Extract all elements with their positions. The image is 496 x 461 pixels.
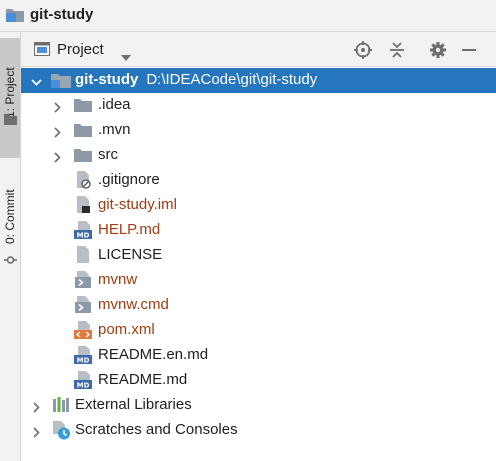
gear-icon[interactable]	[429, 41, 447, 59]
folder-icon	[4, 112, 17, 129]
tree-item-label: .gitignore	[98, 171, 160, 188]
project-tool-tab[interactable]: 1: Project	[0, 38, 20, 158]
text-file-icon	[76, 246, 92, 268]
tree-item-label: pom.xml	[98, 321, 155, 338]
tree-item-help-md[interactable]: MD HELP.md	[21, 218, 496, 243]
chevron-down-icon[interactable]	[31, 75, 42, 92]
folder-icon	[74, 121, 92, 142]
tree-item-label: HELP.md	[98, 221, 161, 238]
tree-item-label: .mvn	[98, 121, 131, 138]
commit-tab-label: 0: Commit	[3, 189, 17, 244]
tree-item-label: LICENSE	[98, 246, 163, 263]
tree-item-pom-xml[interactable]: pom.xml	[21, 318, 496, 343]
scratches-icon	[52, 421, 72, 444]
markdown-file-icon: MD	[74, 371, 94, 393]
external-libraries-icon	[52, 396, 70, 418]
chevron-right-icon[interactable]	[52, 150, 63, 167]
markdown-file-icon: MD	[74, 221, 94, 243]
tree-item-label: README.en.md	[98, 346, 209, 363]
tree-item-gitignore[interactable]: .gitignore	[21, 168, 496, 193]
left-tool-strip: 1: Project 0: Commit	[0, 32, 21, 461]
tree-label: git-study D:\IDEACode\git\git-study	[75, 71, 317, 88]
chevron-right-icon[interactable]	[31, 400, 42, 417]
project-tab-label: 1: Project	[3, 67, 17, 118]
tree-item-idea-folder[interactable]: .idea	[21, 93, 496, 118]
markdown-file-icon: MD	[74, 346, 94, 368]
tree-item-readme-en-md[interactable]: MD README.en.md	[21, 343, 496, 368]
window-title: git-study	[30, 6, 94, 23]
tree-item-label: .idea	[98, 96, 131, 113]
svg-text:MD: MD	[77, 357, 90, 365]
folder-icon	[74, 96, 92, 117]
tree-root-git-study[interactable]: git-study D:\IDEACode\git\git-study	[21, 68, 496, 93]
tree-item-label: Scratches and Consoles	[75, 421, 238, 438]
module-file-icon	[76, 196, 92, 218]
project-folder-icon	[6, 8, 24, 26]
chevron-right-icon[interactable]	[52, 125, 63, 142]
tree-item-mvn-folder[interactable]: .mvn	[21, 118, 496, 143]
root-name: git-study	[75, 71, 139, 88]
project-view-icon	[34, 42, 50, 60]
tree-item-mvnw[interactable]: mvnw	[21, 268, 496, 293]
window-title-bar: git-study	[0, 0, 496, 32]
cmd-file-icon	[74, 296, 92, 318]
tree-item-label: External Libraries	[75, 396, 192, 413]
commit-tool-tab[interactable]: 0: Commit	[0, 172, 20, 272]
tree-item-label: git-study.iml	[98, 196, 177, 213]
svg-text:MD: MD	[77, 382, 90, 390]
hide-panel-icon[interactable]	[460, 41, 478, 59]
maven-pom-icon	[74, 321, 94, 343]
shell-script-icon	[74, 271, 92, 293]
tree-item-src-folder[interactable]: src	[21, 143, 496, 168]
tree-item-readme-md[interactable]: MD README.md	[21, 368, 496, 393]
project-view-selector[interactable]: Project	[57, 41, 104, 58]
commit-icon	[4, 252, 17, 269]
tree-item-scratches-consoles[interactable]: Scratches and Consoles	[21, 418, 496, 443]
root-path: D:\IDEACode\git\git-study	[146, 71, 318, 88]
tree-item-mvnw-cmd[interactable]: mvnw.cmd	[21, 293, 496, 318]
ignore-file-icon	[76, 171, 92, 193]
chevron-down-icon[interactable]	[121, 48, 131, 65]
tree-item-license[interactable]: LICENSE	[21, 243, 496, 268]
chevron-right-icon[interactable]	[31, 425, 42, 442]
tree-item-label: src	[98, 146, 118, 163]
tree-item-label: mvnw	[98, 271, 138, 288]
tree-item-label: mvnw.cmd	[98, 296, 169, 313]
select-opened-file-icon[interactable]	[354, 41, 372, 59]
collapse-all-icon[interactable]	[388, 41, 406, 59]
chevron-right-icon[interactable]	[52, 100, 63, 117]
folder-icon	[74, 146, 92, 167]
svg-text:MD: MD	[77, 232, 90, 240]
module-folder-icon	[51, 71, 71, 93]
tree-item-iml[interactable]: git-study.iml	[21, 193, 496, 218]
project-panel-header: Project	[21, 32, 496, 67]
tree-item-external-libraries[interactable]: External Libraries	[21, 393, 496, 418]
tree-item-label: README.md	[98, 371, 188, 388]
